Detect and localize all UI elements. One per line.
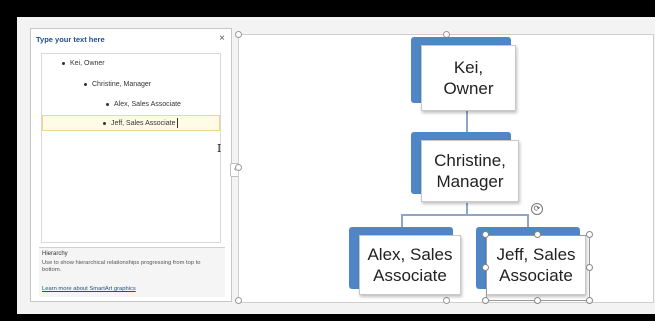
text-pane-header: Type your text here × [31,29,231,51]
org-shape-owner[interactable]: Kei, Owner [411,35,521,115]
bullet-icon [106,102,109,106]
bullet-icon [62,61,65,65]
text-caret [177,118,179,128]
rotate-icon[interactable]: ⟳ [531,203,543,215]
selection-box [486,235,590,301]
bullet-icon [84,82,87,86]
canvas-resize-handle[interactable] [235,164,242,171]
resize-handle[interactable] [534,297,541,304]
list-item[interactable]: Alex, Sales Associate [106,101,181,108]
list-item-active[interactable]: Jeff, Sales Associate [42,115,220,131]
bullet-icon [103,121,106,125]
connector-line [401,214,529,216]
shape-text: Alex, Sales Associate [367,245,453,285]
resize-handle[interactable] [482,297,489,304]
learn-more-link[interactable]: Learn more about SmartArt graphics [42,286,136,292]
shape-text-box[interactable]: Alex, Sales Associate [359,235,461,295]
resize-handle[interactable] [586,297,593,304]
list-item[interactable]: Kei, Owner [62,60,105,67]
canvas-resize-handle[interactable] [235,31,242,38]
shape-text: Kei, Owner [443,58,494,98]
resize-handle[interactable] [586,264,593,271]
shape-text: Christine, Manager [434,151,506,191]
resize-handle[interactable] [482,264,489,271]
close-icon[interactable]: × [219,33,225,44]
list-item[interactable]: Christine, Manager [84,81,151,88]
text-pane-list[interactable]: Kei, Owner Christine, Manager Alex, Sale… [41,53,221,243]
resize-handle[interactable] [534,231,541,238]
text-pane-description: Hierarchy Use to show hierarchical relat… [39,247,225,297]
smartart-canvas[interactable]: Kei, Owner Christine, Manager Alex, Sale… [235,31,654,304]
resize-handle[interactable] [586,231,593,238]
ibeam-cursor-icon: I [217,142,222,155]
resize-handle[interactable] [482,231,489,238]
shape-text-box[interactable]: Christine, Manager [421,140,519,202]
shape-text-box[interactable]: Kei, Owner [421,45,516,111]
canvas-resize-handle[interactable] [235,297,242,304]
text-pane: Type your text here × Kei, Owner Christi… [30,28,232,302]
description-title: Hierarchy [42,251,68,257]
org-shape-manager[interactable]: Christine, Manager [411,132,521,212]
text-pane-title: Type your text here [36,35,105,44]
org-shape-associate[interactable]: Alex, Sales Associate [349,227,464,304]
description-body: Use to show hierarchical relationships p… [42,260,201,273]
connector-line [401,214,403,228]
connector-line [527,214,529,228]
